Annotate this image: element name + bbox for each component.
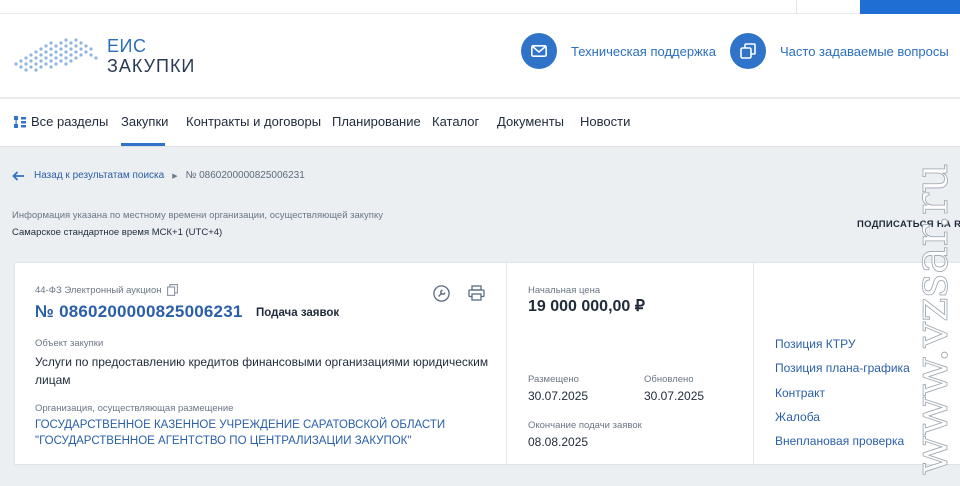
watermark-text: www.vzsar.ru — [905, 163, 958, 475]
link-complaint[interactable]: Жалоба — [775, 410, 820, 424]
top-utility-strip — [0, 0, 960, 14]
nav-item-purchases[interactable]: Закупки — [121, 114, 168, 129]
posted-label: Размещено — [528, 374, 579, 385]
print-icon[interactable] — [468, 285, 485, 301]
organization-label: Организация, осуществляющая размещение — [35, 403, 234, 414]
object-value: Услуги по предоставлению кредитов финанс… — [35, 355, 489, 387]
nav-active-indicator — [121, 143, 165, 146]
nav-all-sections-label: Все разделы — [31, 114, 109, 129]
procurement-main-info: 44-ФЗ Электронный аукцион № 086020000082… — [15, 263, 507, 464]
faq-link[interactable]: Часто задаваемые вопросы — [730, 33, 949, 69]
faq-label: Часто задаваемые вопросы — [780, 43, 949, 59]
posted-value: 30.07.2025 — [528, 389, 589, 403]
logo-line-1: ЕИС — [107, 36, 147, 56]
procurement-stage: Подача заявок — [256, 307, 340, 319]
site-header: ЕИС ЗАКУПКИ Техническая поддержка Часто … — [0, 14, 960, 98]
timezone-value: Самарское стандартное время МСК+1 (UTC+4… — [12, 227, 223, 238]
support-label: Техническая поддержка — [571, 43, 716, 59]
nav-item-contracts[interactable]: Контракты и договоры — [186, 114, 321, 129]
breadcrumb-separator-icon: ▶ — [172, 172, 178, 180]
back-to-results-link[interactable]: Назад к результатам поиска — [34, 170, 164, 181]
site-watermark: www.vzsar.ru — [905, 163, 958, 476]
nav-item-planning[interactable]: Планирование — [332, 114, 421, 129]
link-ktru-position[interactable]: Позиция КТРУ — [775, 337, 855, 351]
price-value: 19 000 000,00 ₽ — [528, 298, 645, 315]
russia-map-dots-icon — [14, 38, 98, 72]
nav-all-sections[interactable]: Все разделы — [14, 114, 108, 129]
nav-item-documents[interactable]: Документы — [497, 114, 564, 129]
wrench-icon[interactable] — [433, 285, 450, 302]
law-label: 44-ФЗ Электронный аукцион — [35, 284, 162, 296]
support-link[interactable]: Техническая поддержка — [521, 33, 716, 69]
organization-link[interactable]: ГОСУДАРСТВЕННОЕ КАЗЕННОЕ УЧРЕЖДЕНИЕ САРА… — [35, 417, 495, 449]
procurement-price-dates: Начальная цена 19 000 000,00 ₽ Размещено… — [507, 263, 754, 464]
top-strip-divider — [796, 0, 797, 14]
logo-line-2: ЗАКУПКИ — [107, 56, 196, 76]
timezone-note: Информация указана по местному времени о… — [12, 210, 383, 221]
procurement-card: 44-ФЗ Электронный аукцион № 086020000082… — [14, 262, 960, 465]
arrow-left-icon[interactable] — [12, 170, 25, 181]
object-label: Объект закупки — [35, 338, 104, 349]
breadcrumb-current: № 0860200000825006231 — [185, 170, 305, 181]
registry-number-link[interactable]: № 0860200000825006231 — [35, 302, 243, 322]
sections-tree-icon — [14, 115, 26, 128]
eis-logo[interactable]: ЕИС ЗАКУПКИ — [12, 34, 212, 80]
law-and-method: 44-ФЗ Электронный аукцион — [35, 284, 179, 296]
main-navigation: Все разделы Закупки Контракты и договоры… — [0, 99, 960, 147]
copy-windows-icon — [730, 33, 766, 69]
mail-icon — [521, 33, 557, 69]
top-login-button[interactable] — [860, 0, 960, 14]
updated-label: Обновлено — [644, 374, 694, 385]
link-contract[interactable]: Контракт — [775, 386, 825, 400]
link-plan-schedule-position[interactable]: Позиция плана-графика — [775, 361, 910, 375]
deadline-value: 08.08.2025 — [528, 435, 589, 449]
link-unscheduled-inspection[interactable]: Внеплановая проверка — [775, 434, 904, 448]
updated-value: 30.07.2025 — [644, 389, 705, 403]
copy-icon[interactable] — [167, 284, 179, 296]
breadcrumb: Назад к результатам поиска ▶ № 086020000… — [12, 170, 305, 181]
deadline-label: Окончание подачи заявок — [528, 420, 642, 431]
price-label: Начальная цена — [528, 285, 601, 296]
nav-item-news[interactable]: Новости — [580, 114, 630, 129]
nav-item-catalog[interactable]: Каталог — [432, 114, 479, 129]
